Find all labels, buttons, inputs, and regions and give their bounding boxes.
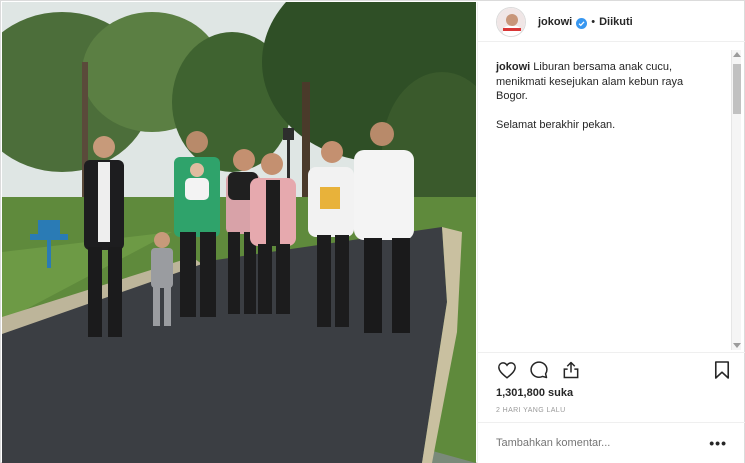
share-icon[interactable] [560, 359, 582, 381]
comment-icon[interactable] [528, 359, 550, 381]
avatar-image [497, 7, 525, 36]
post-actions: 1,301,800 suka 2 HARI YANG LALU [478, 352, 745, 422]
caption-second-paragraph: Selamat berakhir pekan. [496, 119, 616, 131]
caption-paragraph: jokowi Liburan bersama anak cucu, menikm… [496, 60, 708, 104]
scroll-up-arrow-icon[interactable] [733, 52, 741, 57]
caption-username[interactable]: jokowi [496, 61, 530, 73]
caption: jokowi Liburan bersama anak cucu, menikm… [496, 60, 708, 340]
family-walk-photo [2, 2, 476, 463]
instagram-post: jokowi • Diikuti jokowi Liburan bersama … [0, 0, 745, 463]
action-icon-row [496, 355, 730, 385]
comments-scrollbar[interactable] [731, 50, 741, 350]
verified-badge-icon [576, 16, 588, 29]
header-separator: • [591, 15, 596, 28]
post-photo[interactable] [2, 2, 476, 463]
likes-count[interactable]: 1,301,800 suka [496, 387, 727, 399]
scroll-thumb[interactable] [733, 64, 741, 114]
avatar[interactable] [496, 6, 526, 37]
post-header: jokowi • Diikuti [478, 2, 745, 42]
post-side-panel: jokowi • Diikuti jokowi Liburan bersama … [477, 2, 745, 463]
comment-input[interactable] [496, 437, 710, 449]
likes-suffix[interactable]: suka [548, 387, 573, 399]
header-username[interactable]: jokowi [538, 16, 572, 28]
bookmark-icon[interactable] [711, 359, 733, 381]
follow-status-button[interactable]: Diikuti [599, 16, 633, 28]
add-comment-section: ••• [478, 422, 745, 463]
likes-number[interactable]: 1,301,800 [496, 387, 545, 399]
post-timestamp[interactable]: 2 HARI YANG LALU [496, 407, 727, 414]
scroll-down-arrow-icon[interactable] [733, 343, 741, 348]
more-options-icon[interactable]: ••• [709, 435, 727, 451]
heart-icon[interactable] [496, 359, 518, 381]
